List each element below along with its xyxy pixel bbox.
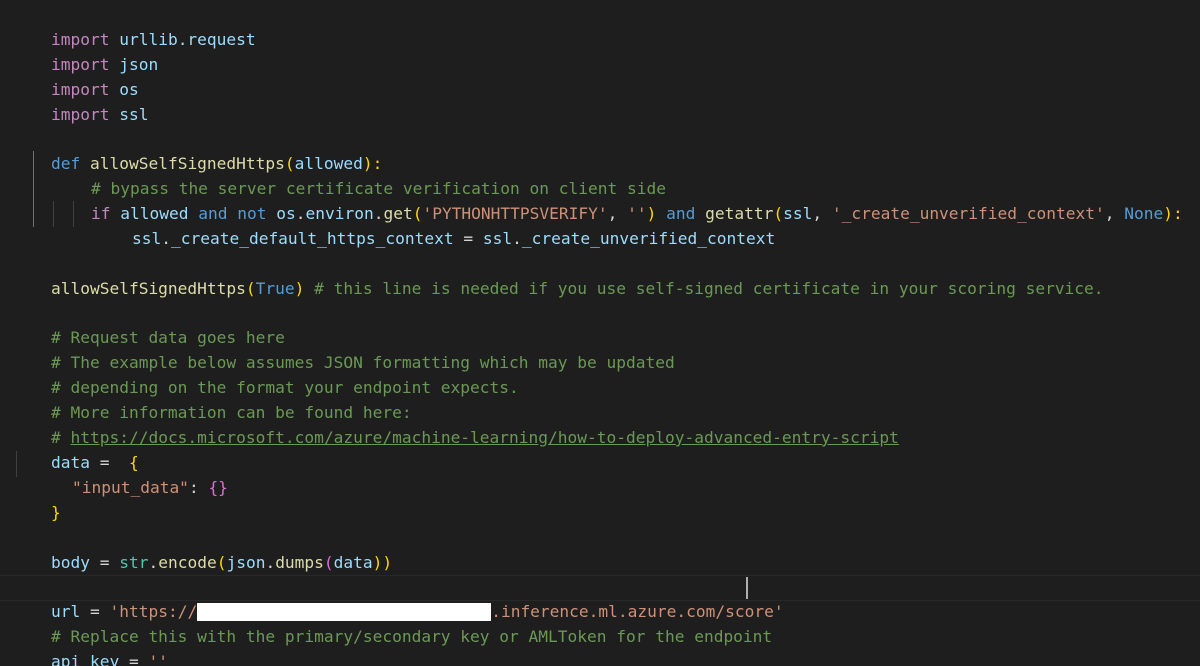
- bracket: (: [216, 552, 227, 572]
- token: .: [148, 552, 159, 572]
- token: =: [453, 228, 483, 248]
- code-line[interactable]: # Replace this with the primary/secondar…: [12, 600, 772, 646]
- code-line[interactable]: def allowSelfSignedHttps(allowed):: [12, 127, 382, 173]
- string: '_create_unverified_context': [831, 203, 1105, 223]
- token: .: [265, 552, 276, 572]
- code-line[interactable]: import ssl: [12, 78, 148, 124]
- code-line[interactable]: ssl._create_default_https_context = ssl.…: [93, 202, 775, 248]
- module-name: ssl: [482, 228, 513, 248]
- module-name: json: [226, 552, 266, 572]
- attribute: _create_default_https_context: [170, 228, 454, 248]
- code-line[interactable]: # https://docs.microsoft.com/azure/machi…: [12, 401, 899, 447]
- keyword: import: [50, 104, 110, 124]
- token: .: [161, 228, 171, 248]
- constant: True: [255, 278, 295, 298]
- token: :: [188, 477, 209, 497]
- text-cursor: [746, 577, 748, 599]
- token: .: [512, 228, 522, 248]
- code-line[interactable]: "input_data": {}: [33, 451, 228, 497]
- string: "input_data": [71, 477, 189, 497]
- code-line[interactable]: # depending on the format your endpoint …: [12, 351, 519, 397]
- code-line[interactable]: body = str.encode(json.dumps(data)): [12, 526, 392, 572]
- docs-link[interactable]: https://docs.microsoft.com/azure/machine…: [70, 428, 898, 447]
- bracket: {}: [208, 477, 228, 497]
- code-line[interactable]: import json: [12, 28, 158, 74]
- builtin: str: [119, 552, 149, 572]
- code-line[interactable]: import os: [12, 53, 139, 99]
- code-line[interactable]: allowSelfSignedHttps(True) # this line i…: [12, 252, 1104, 298]
- code-line[interactable]: # The example below assumes JSON formatt…: [12, 326, 675, 372]
- code-line[interactable]: api_key = '': [12, 625, 168, 666]
- code-line[interactable]: # Request data goes here: [12, 301, 285, 347]
- constant: None: [1124, 203, 1164, 223]
- token: ,: [1104, 203, 1125, 223]
- function-name: allowSelfSignedHttps: [50, 278, 246, 298]
- module-name: ssl: [783, 203, 813, 223]
- module-name: ssl: [131, 228, 162, 248]
- bracket: )): [372, 552, 393, 572]
- code-line[interactable]: data = {: [12, 426, 139, 472]
- code-line[interactable]: }: [12, 476, 61, 522]
- token: ,: [812, 203, 832, 223]
- bracket: ):: [1163, 203, 1183, 223]
- variable: data: [333, 552, 373, 572]
- code-line[interactable]: # More information can be found here:: [12, 376, 412, 422]
- code-line[interactable]: url = 'https://.inference.ml.azure.com/s…: [12, 575, 784, 622]
- code-line[interactable]: if allowed and not os.environ.get('PYTHO…: [52, 177, 1183, 223]
- bracket: (: [323, 552, 334, 572]
- code-line[interactable]: import urllib.request: [12, 3, 256, 49]
- token: =: [89, 552, 120, 572]
- function-name: dumps: [275, 552, 324, 572]
- variable: body: [50, 552, 90, 572]
- code-line[interactable]: if not api_key:: [12, 650, 197, 666]
- comment: # this line is needed if you use self-si…: [314, 278, 1104, 298]
- code-line[interactable]: # bypass the server certificate verifica…: [52, 152, 666, 198]
- bracket: }: [50, 502, 61, 522]
- module-name: ssl: [109, 104, 149, 124]
- function-name: encode: [158, 552, 217, 572]
- bracket: (: [245, 278, 256, 298]
- bracket: ): [294, 278, 305, 298]
- attribute: _create_unverified_context: [521, 228, 776, 248]
- code-editor[interactable]: import urllib.request import json import…: [0, 0, 1200, 666]
